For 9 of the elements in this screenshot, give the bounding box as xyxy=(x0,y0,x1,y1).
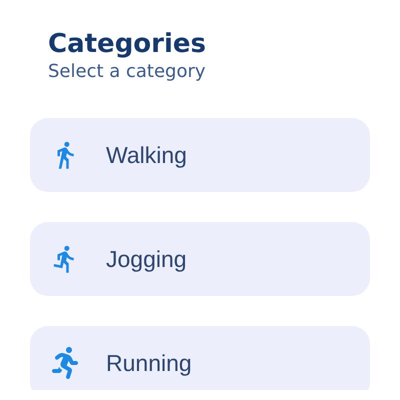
category-label: Jogging xyxy=(106,246,187,272)
running-figure-icon xyxy=(50,347,80,379)
category-card[interactable]: Jogging xyxy=(30,222,370,296)
category-label: Walking xyxy=(106,142,187,168)
category-card[interactable]: Running xyxy=(30,326,370,390)
category-card[interactable]: Walking xyxy=(30,118,370,192)
page-subtitle: Select a category xyxy=(48,60,207,84)
page-title: Categories xyxy=(48,28,208,60)
category-label: Running xyxy=(106,350,192,376)
